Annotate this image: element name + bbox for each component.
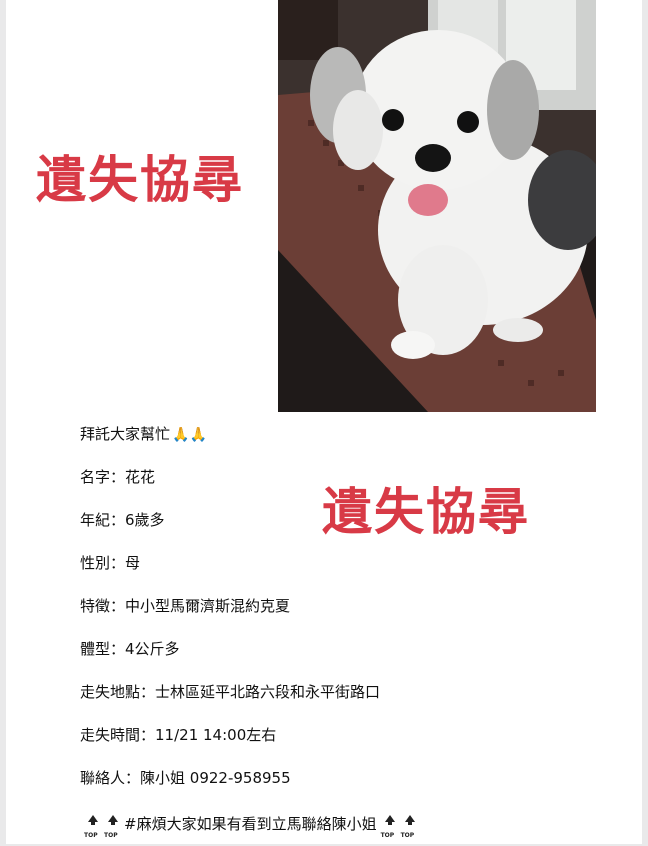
field-name: 名字：花花: [80, 467, 155, 487]
field-label: 體型：: [80, 640, 126, 658]
field-value: 花花: [125, 468, 156, 486]
pray-emoji: 🙏🙏: [172, 427, 207, 443]
field-value: 中小型馬爾濟斯混約克夏: [125, 597, 291, 615]
field-sex: 性別：母: [80, 553, 140, 573]
field-size: 體型：4公斤多: [80, 639, 180, 659]
field-label: 走失地點：: [80, 683, 156, 701]
field-label: 特徵：: [80, 597, 126, 615]
lost-banner-right: 遺失協尋: [322, 483, 530, 541]
dog-photo: [278, 0, 596, 412]
field-label: 性別：: [80, 554, 126, 572]
field-label: 走失時間：: [80, 726, 156, 744]
top-arrow-icon: TOP: [401, 814, 419, 839]
field-lost-location: 走失地點：士林區延平北路六段和永平街路口: [80, 682, 380, 702]
field-value: 4公斤多: [125, 640, 180, 658]
footer-text: #麻煩大家如果有看到立馬聯絡陳小姐: [124, 815, 377, 833]
intro-text: 拜託大家幫忙: [80, 425, 171, 443]
top-arrow-icon: TOP: [381, 814, 399, 839]
field-value: 11/21 14:00左右: [155, 726, 277, 744]
field-value: 母: [125, 554, 141, 572]
intro-line: 拜託大家幫忙 🙏🙏: [80, 424, 207, 445]
lost-pet-post: 遺失協尋 遺失協尋 拜託大家幫忙 🙏🙏 名字：花花 年紀：6歲多 性別：母 特徵：…: [6, 0, 642, 844]
top-arrow-icon: TOP: [104, 814, 122, 839]
field-label: 名字：: [80, 468, 126, 486]
top-arrow-icon: TOP: [84, 814, 102, 839]
field-age: 年紀：6歲多: [80, 510, 165, 530]
field-features: 特徵：中小型馬爾濟斯混約克夏: [80, 596, 290, 616]
dog-photo-illustration: [278, 0, 596, 412]
field-value: 陳小姐 0922-958955: [140, 769, 291, 787]
field-label: 年紀：: [80, 511, 126, 529]
field-contact: 聯絡人：陳小姐 0922-958955: [80, 768, 291, 788]
footer-line: TOP TOP #麻煩大家如果有看到立馬聯絡陳小姐 TOP TOP: [84, 814, 421, 839]
field-value: 士林區延平北路六段和永平街路口: [155, 683, 381, 701]
field-label: 聯絡人：: [80, 769, 141, 787]
field-value: 6歲多: [125, 511, 165, 529]
field-lost-time: 走失時間：11/21 14:00左右: [80, 725, 276, 745]
lost-banner-left: 遺失協尋: [36, 151, 244, 209]
